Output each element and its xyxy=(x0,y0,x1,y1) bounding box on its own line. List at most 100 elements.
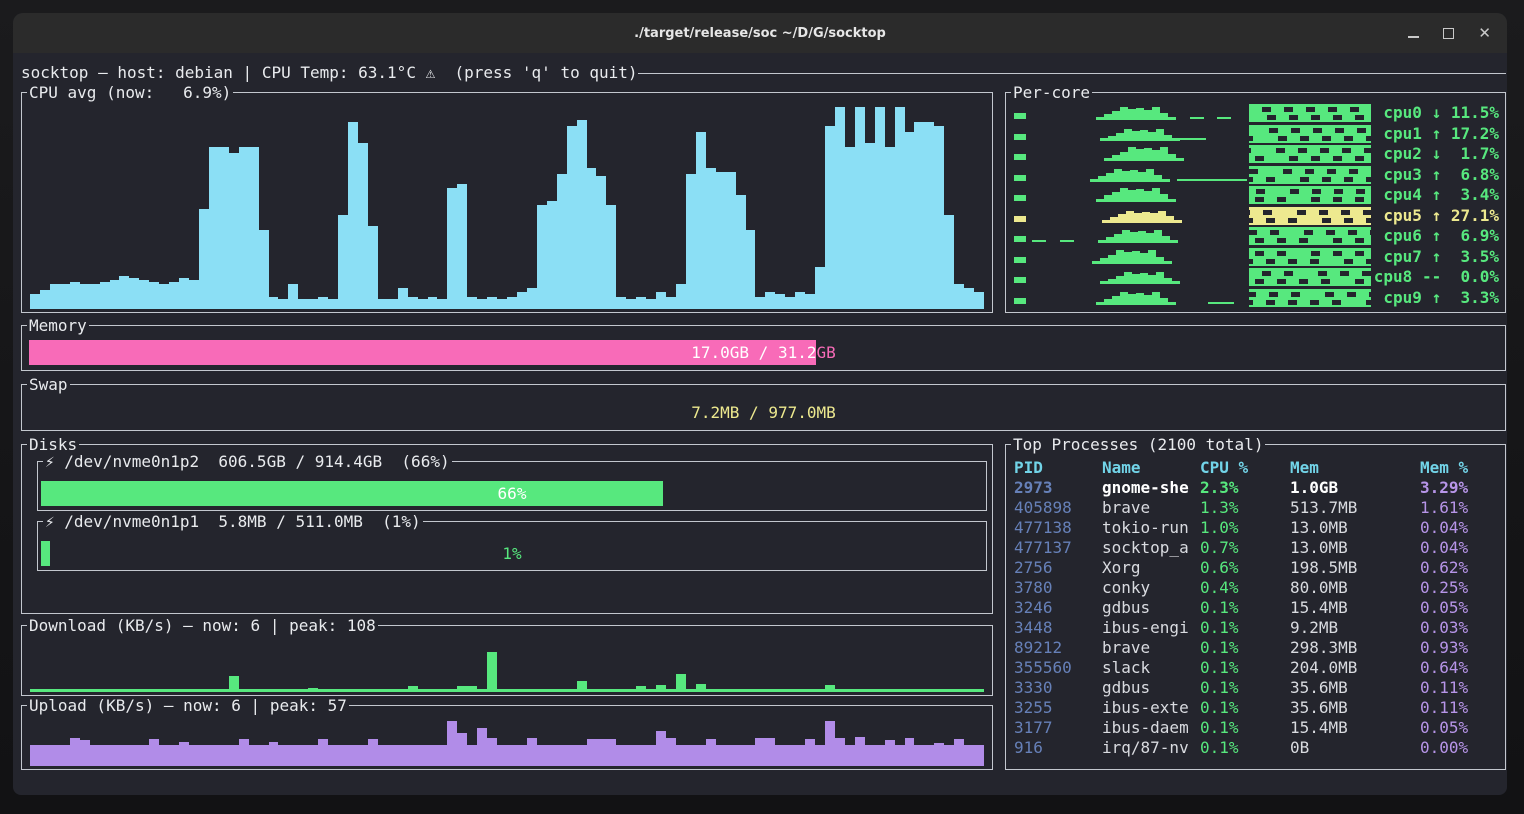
download-chart xyxy=(30,639,984,692)
chart-bar xyxy=(487,738,497,766)
chart-bar xyxy=(398,745,408,766)
core-row-cpu4: cpu4 ↑ 3.4% xyxy=(1012,185,1499,205)
process-row[interactable]: 477137socktop_a0.7%13.0MB0.04% xyxy=(1014,538,1501,558)
chart-bar xyxy=(60,745,70,766)
chart-bar xyxy=(507,297,517,309)
chart-bar xyxy=(139,689,149,692)
core-row-cpu0: cpu0 ↓ 11.5% xyxy=(1012,103,1499,123)
chart-bar xyxy=(428,297,438,309)
chart-bar xyxy=(646,299,656,309)
chart-bar xyxy=(229,676,239,692)
disk-panel-nvme0n1p1: ⚡ /dev/nvme0n1p1 5.8MB / 511.0MB (1%) 1% xyxy=(37,521,987,571)
chart-bar xyxy=(517,745,527,766)
chart-bar xyxy=(755,689,765,692)
chart-bar xyxy=(716,689,726,692)
core-spark-dash xyxy=(1014,257,1026,263)
core-row-cpu5: cpu5 ↑ 27.1% xyxy=(1012,206,1499,226)
core-spark-histogram xyxy=(1090,169,1170,182)
chart-bar xyxy=(219,689,229,692)
chart-bar xyxy=(40,689,50,692)
chart-bar xyxy=(60,284,70,309)
close-icon[interactable]: ✕ xyxy=(1478,26,1491,41)
core-label: cpu1 ↑ 17.2% xyxy=(1383,124,1499,144)
chart-bar xyxy=(90,284,100,309)
minimize-icon[interactable] xyxy=(1408,36,1419,38)
chart-bar xyxy=(855,107,865,309)
process-mem: 15.4MB xyxy=(1290,598,1420,618)
core-spark-dash xyxy=(1014,113,1026,119)
disk-icon: ⚡ xyxy=(45,452,55,471)
process-row[interactable]: 3177ibus-daem0.1%15.4MB0.05% xyxy=(1014,718,1501,738)
process-pid: 355560 xyxy=(1014,658,1102,678)
chart-bar xyxy=(219,147,229,309)
chart-bar xyxy=(418,299,428,309)
disk-title: ⚡ /dev/nvme0n1p2 606.5GB / 914.4GB (66%) xyxy=(43,452,452,471)
chart-bar xyxy=(914,122,924,309)
process-name: gdbus xyxy=(1102,678,1200,698)
chart-bar xyxy=(726,172,736,309)
core-spark-block xyxy=(1249,125,1371,143)
chart-bar xyxy=(974,689,984,692)
process-pid: 916 xyxy=(1014,738,1102,758)
chart-bar xyxy=(755,297,765,309)
chart-bar xyxy=(398,288,408,309)
core-spark-block xyxy=(1249,145,1371,163)
chart-bar xyxy=(209,745,219,766)
memory-panel: Memory 17.0GB / 31.2GB xyxy=(21,325,1506,371)
download-title: Download (KB/s) — now: 6 | peak: 108 xyxy=(27,616,378,635)
process-row[interactable]: 3330gdbus0.1%35.6MB0.11% xyxy=(1014,678,1501,698)
chart-bar xyxy=(477,299,487,309)
chart-bar xyxy=(835,107,845,309)
memory-title: Memory xyxy=(27,316,89,335)
disk-bar-label: 1% xyxy=(41,541,983,566)
process-row[interactable]: 916irq/87-nv0.1%0B0.00% xyxy=(1014,738,1501,758)
chart-bar xyxy=(905,738,915,766)
process-row[interactable]: 3246gdbus0.1%15.4MB0.05% xyxy=(1014,598,1501,618)
process-name: brave xyxy=(1102,638,1200,658)
chart-bar xyxy=(964,745,974,766)
process-row[interactable]: 3448ibus-engi0.1%9.2MB0.03% xyxy=(1014,618,1501,638)
chart-bar xyxy=(249,745,259,766)
process-mem: 9.2MB xyxy=(1290,618,1420,638)
process-row[interactable]: 477138tokio-run1.0%13.0MB0.04% xyxy=(1014,518,1501,538)
disk-bar: 66% xyxy=(41,481,983,506)
chart-bar xyxy=(547,201,557,309)
chart-bar xyxy=(885,689,895,692)
process-pid: 3330 xyxy=(1014,678,1102,698)
upload-title: Upload (KB/s) — now: 6 | peak: 57 xyxy=(27,696,349,715)
chart-bar xyxy=(129,689,139,692)
chart-bar xyxy=(149,282,159,309)
chart-bar xyxy=(596,689,606,692)
chart-bar xyxy=(537,205,547,309)
process-name: brave xyxy=(1102,498,1200,518)
core-row-cpu8: cpu8 -- 0.0% xyxy=(1012,267,1499,287)
core-spark-block xyxy=(1249,227,1371,245)
titlebar[interactable]: ./target/release/soc ~/D/G/socktop ✕ xyxy=(13,13,1507,53)
process-row[interactable]: 405898brave1.3%513.7MB1.61% xyxy=(1014,498,1501,518)
chart-bar xyxy=(119,689,129,692)
process-row[interactable]: 355560slack0.1%204.0MB0.64% xyxy=(1014,658,1501,678)
cpu-avg-chart xyxy=(30,101,984,309)
process-row[interactable]: 2756Xorg0.6%198.5MB0.62% xyxy=(1014,558,1501,578)
chart-bar xyxy=(626,689,636,692)
chart-bar xyxy=(189,689,199,692)
chart-bar xyxy=(288,689,298,692)
process-row[interactable]: 3780conky0.4%80.0MB0.25% xyxy=(1014,578,1501,598)
process-row[interactable]: 89212brave0.1%298.3MB0.93% xyxy=(1014,638,1501,658)
chart-bar xyxy=(795,292,805,309)
chart-bar xyxy=(924,745,934,766)
disk-bar: 1% xyxy=(41,541,983,566)
chart-bar xyxy=(924,122,934,309)
chart-bar xyxy=(577,120,587,309)
chart-bar xyxy=(229,745,239,766)
process-memp: 0.04% xyxy=(1420,538,1501,558)
process-pid: 2973 xyxy=(1014,478,1102,498)
chart-bar xyxy=(934,689,944,692)
column-header: PID xyxy=(1014,458,1102,478)
chart-bar xyxy=(80,284,90,309)
swap-bar: 7.2MB / 977.0MB xyxy=(29,400,1498,425)
process-row[interactable]: 3255ibus-exte0.1%35.6MB0.11% xyxy=(1014,698,1501,718)
maximize-icon[interactable] xyxy=(1443,28,1454,39)
chart-bar xyxy=(100,282,110,309)
process-row[interactable]: 2973gnome-she2.3%1.0GB3.29% xyxy=(1014,478,1501,498)
